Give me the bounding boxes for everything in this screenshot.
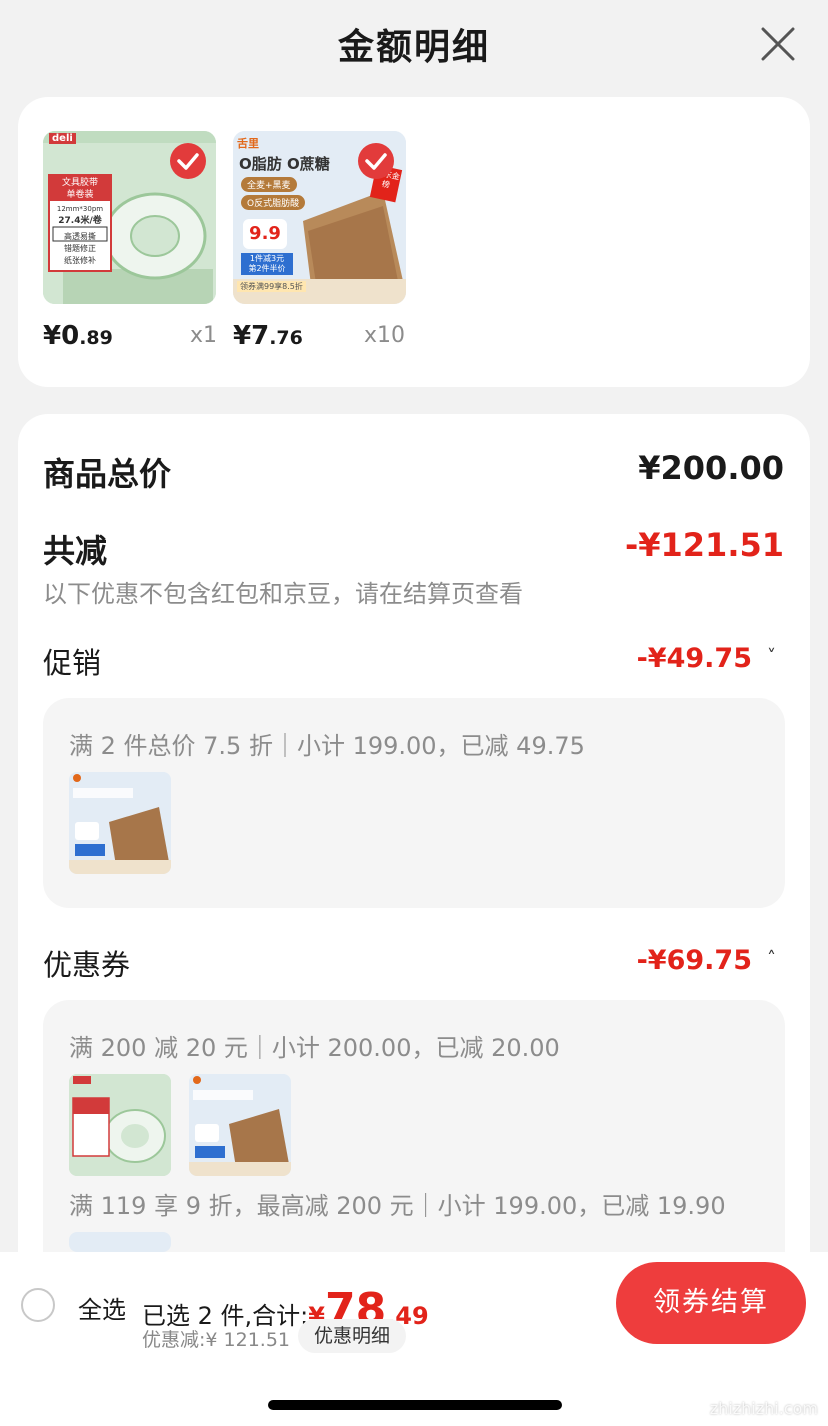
tag-line: 文具胶带: [61, 178, 98, 188]
watermark: zhizhizhi.com: [709, 1399, 818, 1418]
price-int: ¥0: [43, 321, 80, 351]
checkmark-icon[interactable]: [358, 143, 394, 179]
tag-line: 高透易撕: [64, 232, 96, 241]
promo-line: 第2件半价: [248, 264, 286, 273]
product-image-bread[interactable]: 舌里 O脂肪 O蔗糖 全麦+黑麦 O反式脂肪酸 9.9 1件减3元 第2件半价 …: [233, 131, 406, 304]
header: 金额明细: [0, 0, 828, 92]
tape-label: 文具胶带 单卷装 12mm*30pm 27.4米/卷 高透易撕 错题修正 纸张修…: [49, 177, 111, 267]
tag-line: 12mm*30pm: [56, 205, 104, 213]
products-card: deli 文具胶带 单卷装 12mm*30pm 27.4米/卷 高透易撕 错题修…: [18, 97, 810, 387]
amount-detail-card: 商品总价 ¥200.00 共减 -¥121.51 以下优惠不包含红包和京豆，请在…: [18, 414, 810, 1330]
bottom-bar: 全选 已选 2 件,合计:¥78.49 优惠减:¥ 121.51 优惠明细 领券…: [0, 1252, 828, 1426]
chip: 全麦+黑麦: [241, 177, 297, 192]
discount-detail-button[interactable]: 优惠明细: [298, 1319, 406, 1353]
product-thumb-bread[interactable]: [189, 1074, 291, 1176]
home-indicator[interactable]: [268, 1400, 562, 1410]
total-value: ¥200.00: [638, 449, 784, 487]
checkout-button[interactable]: 领券结算: [616, 1262, 806, 1344]
promo-tag: 1件减3元 第2件半价: [241, 253, 293, 275]
price-dec: .89: [79, 327, 113, 349]
product-thumb-bread[interactable]: [69, 1232, 171, 1252]
select-all-radio[interactable]: [21, 1288, 55, 1322]
chevron-down-icon[interactable]: ˅: [767, 646, 776, 667]
tag-line: 错题修正: [64, 244, 96, 253]
product-price: ¥0.89: [43, 321, 113, 351]
chip: O反式脂肪酸: [241, 195, 306, 210]
bread-mini-illustration: [69, 772, 171, 874]
chevron-up-icon[interactable]: ˄: [767, 948, 776, 969]
discount-note: 以下优惠不包含红包和京豆，请在结算页查看: [43, 580, 523, 608]
checkmark-icon[interactable]: [170, 143, 206, 179]
close-icon[interactable]: [758, 24, 798, 64]
brand-logo: 舌里: [237, 137, 259, 150]
product-headline: O脂肪 O蔗糖: [239, 155, 330, 173]
discount-total: 优惠减:¥ 121.51: [142, 1329, 291, 1351]
price-int: ¥7: [233, 321, 270, 351]
tag-line: 纸张修补: [64, 256, 96, 265]
page-title: 金额明细: [337, 27, 490, 68]
coupon-label[interactable]: 优惠券: [43, 942, 130, 984]
price-dec: .76: [269, 327, 303, 349]
tag-line: 单卷装: [66, 190, 94, 200]
coupon-value[interactable]: -¥69.75: [637, 945, 752, 976]
promotion-desc: 满 2 件总价 7.5 折｜小计 199.00，已减 49.75: [69, 732, 585, 760]
product-image-tape[interactable]: deli 文具胶带 单卷装 12mm*30pm 27.4米/卷 高透易撕 错题修…: [43, 131, 216, 304]
promotion-label[interactable]: 促销: [43, 640, 101, 682]
product-thumb-bread[interactable]: [69, 772, 171, 874]
brand-logo: deli: [49, 133, 76, 144]
product-price: ¥7.76: [233, 321, 303, 351]
coupon-desc: 满 119 享 9 折，最高减 200 元｜小计 199.00，已减 19.90: [69, 1192, 726, 1220]
bread-mini-illustration: [189, 1074, 291, 1176]
product-thumb-tape[interactable]: [69, 1074, 171, 1176]
promotion-value[interactable]: -¥49.75: [637, 643, 752, 674]
promo-line: 1件减3元: [249, 254, 285, 263]
price-tag: 9.9: [243, 219, 287, 249]
coupon-desc: 满 200 减 20 元｜小计 200.00，已减 20.00: [69, 1034, 560, 1062]
promotion-box: 满 2 件总价 7.5 折｜小计 199.00，已减 49.75: [43, 698, 785, 908]
product-qty: x1: [190, 323, 218, 348]
select-all-label[interactable]: 全选: [78, 1290, 126, 1325]
total-label: 商品总价: [43, 455, 172, 493]
tag-line: 27.4米/卷: [58, 216, 102, 226]
reduce-label: 共减: [43, 532, 108, 570]
reduce-value: -¥121.51: [624, 526, 784, 564]
tape-mini-illustration: [69, 1074, 171, 1176]
coupon-tag: 领券满99享8.5折: [237, 281, 306, 292]
product-qty: x10: [364, 323, 406, 348]
